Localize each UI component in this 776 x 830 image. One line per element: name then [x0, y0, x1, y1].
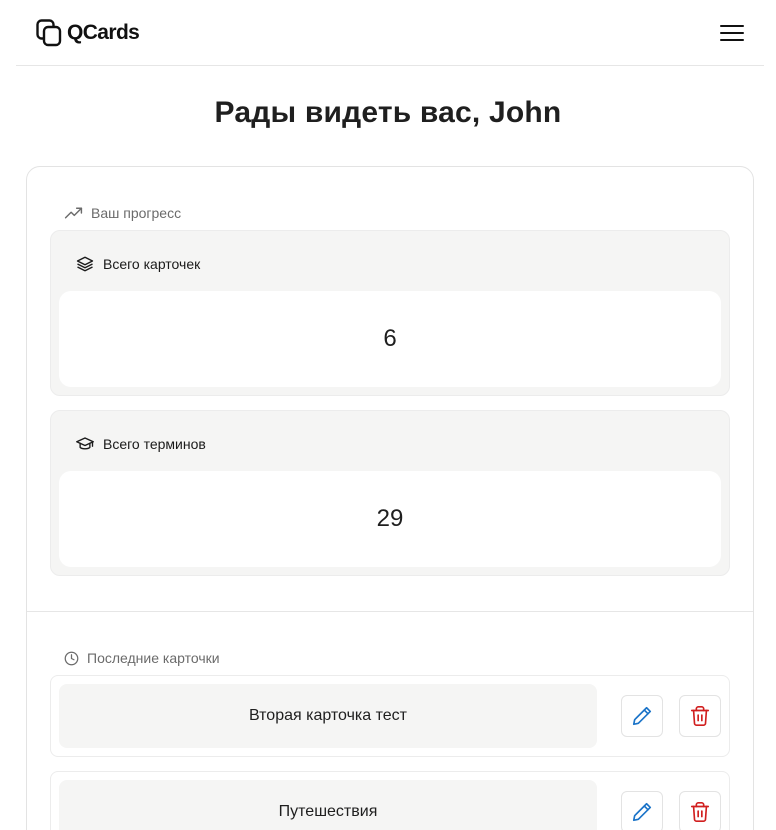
page-title: Рады видеть вас, John: [214, 96, 562, 129]
stat-value: 29: [59, 471, 721, 567]
progress-label: Ваш прогресс: [91, 205, 182, 221]
trash-icon: [690, 802, 710, 822]
trash-icon: [690, 706, 710, 726]
stat-card-terms: Всего терминов 29: [50, 410, 730, 576]
delete-button[interactable]: [679, 791, 721, 830]
dashboard-card: Ваш прогресс Всего карточек 6 Всего терм…: [26, 166, 754, 830]
edit-button[interactable]: [621, 791, 663, 830]
delete-button[interactable]: [679, 695, 721, 737]
logo-text: QCards: [67, 21, 140, 44]
stacked-cards-icon: [36, 19, 62, 47]
list-item: Путешествия: [50, 771, 730, 830]
app-header: QCards: [16, 0, 764, 66]
recent-label: Последние карточки: [87, 650, 220, 666]
divider: [27, 611, 753, 612]
logo[interactable]: QCards: [35, 18, 140, 48]
list-item: Вторая карточка тест: [50, 675, 730, 757]
recent-section-label: Последние карточки: [64, 650, 220, 666]
stat-title: Всего терминов: [76, 435, 206, 453]
progress-section-label: Ваш прогресс: [64, 205, 181, 221]
clock-icon: [64, 651, 79, 665]
hamburger-menu-icon[interactable]: [718, 20, 746, 46]
stat-label: Всего карточек: [103, 256, 201, 272]
pencil-icon: [632, 802, 652, 822]
stat-card-cards: Всего карточек 6: [50, 230, 730, 396]
card-name[interactable]: Вторая карточка тест: [59, 684, 597, 748]
edit-button[interactable]: [621, 695, 663, 737]
stat-value: 6: [59, 291, 721, 387]
card-name[interactable]: Путешествия: [59, 780, 597, 830]
stat-label: Всего терминов: [103, 436, 206, 452]
layers-icon: [76, 256, 94, 272]
trending-up-icon: [64, 207, 83, 219]
graduation-cap-icon: [76, 437, 94, 450]
pencil-icon: [632, 706, 652, 726]
stat-title: Всего карточек: [76, 255, 200, 273]
